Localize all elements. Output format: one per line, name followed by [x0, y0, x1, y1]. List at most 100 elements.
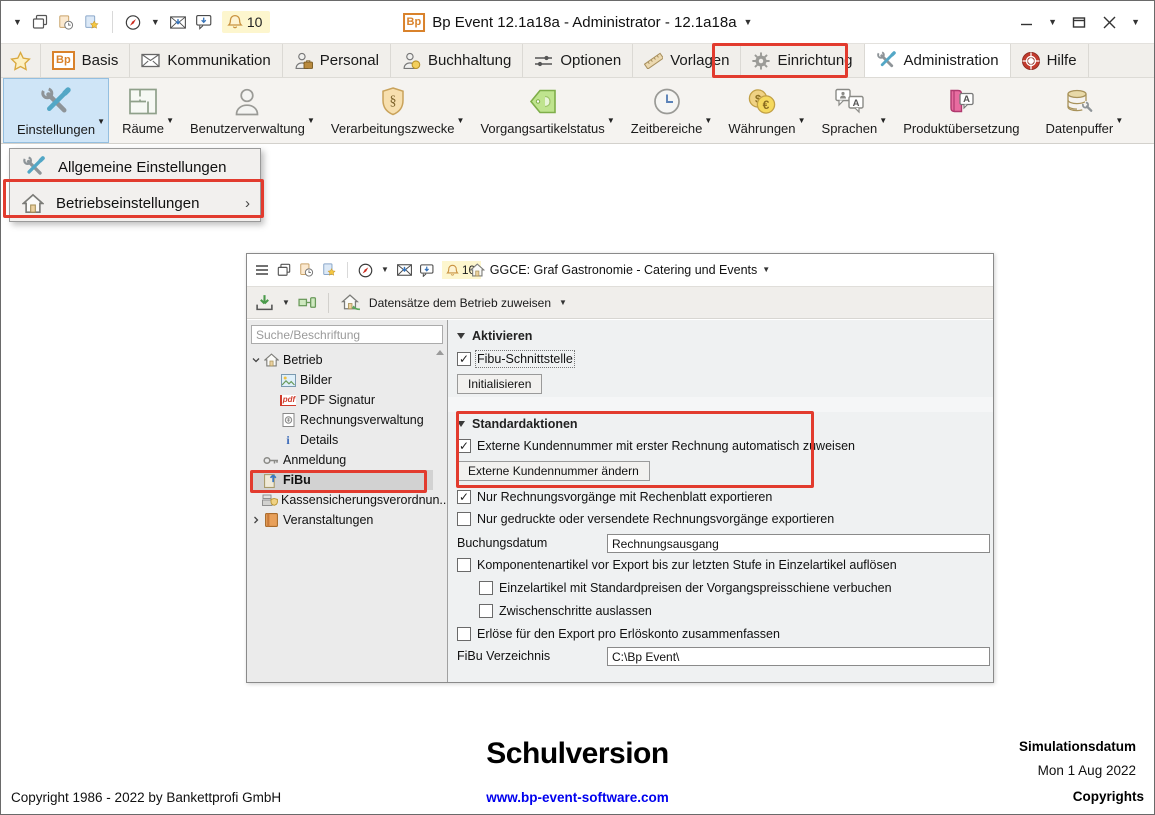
tree-item-bilder[interactable]: Bilder [247, 370, 447, 390]
recent-documents-icon[interactable] [58, 14, 74, 30]
nur-rechnungsvorgaenge-checkbox[interactable] [457, 490, 471, 504]
tree-item-kassensicherungsverordnung[interactable]: Kassensicherungsverordnun... [247, 490, 447, 510]
tree-item-anmeldung[interactable]: Anmeldung [247, 450, 447, 470]
dropdown-arrow-icon[interactable]: ▼ [166, 116, 174, 125]
ribbon-item-benutzerverwaltung[interactable]: ▼ Benutzerverwaltung [177, 78, 318, 143]
fibu-schnittstelle-checkbox[interactable] [457, 352, 471, 366]
tab-kommunikation[interactable]: Kommunikation [130, 44, 282, 77]
navigation-chevron-icon[interactable]: ▼ [381, 266, 389, 274]
ribbon-item-raeume[interactable]: ▼ Räume [109, 78, 177, 143]
inner-window-title-group[interactable]: GGCE: Graf Gastronomie - Catering und Ev… [470, 263, 770, 277]
favorites-tab[interactable] [1, 44, 41, 77]
search-input[interactable] [251, 325, 443, 344]
checkbox-row-komponentenartikel[interactable]: Komponentenartikel vor Export bis zur le… [457, 558, 897, 572]
tree-item-veranstaltungen[interactable]: Veranstaltungen [247, 510, 447, 530]
windows-copy-icon[interactable] [32, 14, 48, 30]
fibu-verzeichnis-field[interactable] [607, 647, 990, 666]
website-link[interactable]: www.bp-event-software.com [486, 790, 669, 805]
ribbon-item-waehrungen[interactable]: $€ ▼ Währungen [715, 78, 808, 143]
checkbox-row-einzelartikel[interactable]: Einzelartikel mit Standardpreisen der Vo… [479, 581, 892, 595]
tab-hilfe[interactable]: Hilfe [1011, 44, 1089, 77]
dropdown-arrow-icon[interactable]: ▼ [97, 117, 105, 126]
window-menu-chevron-icon[interactable]: ▼ [13, 18, 22, 27]
checkbox-row-zwischenschritte[interactable]: Zwischenschritte auslassen [479, 604, 652, 618]
ribbon-item-vorgangsartikelstatus[interactable]: ▼ Vorgangsartikelstatus [467, 78, 617, 143]
section-collapse-icon[interactable] [457, 333, 465, 339]
nur-gedruckte-checkbox[interactable] [457, 512, 471, 526]
window-title-group[interactable]: Bp Bp Event 12.1a18a - Administrator - 1… [403, 1, 753, 43]
checkbox-row-externe-kundennummer[interactable]: Externe Kundennummer mit erster Rechnung… [457, 439, 855, 453]
section-aktivieren[interactable]: Aktivieren [457, 329, 532, 343]
favorite-document-icon[interactable] [84, 14, 100, 30]
dropdown-arrow-icon[interactable]: ▼ [704, 116, 712, 125]
save-icon[interactable] [255, 294, 274, 311]
collapse-chevron-icon[interactable] [250, 355, 262, 365]
close-button[interactable] [1101, 14, 1117, 30]
checkbox-row-nur-rechnungsvorgaenge[interactable]: Nur Rechnungsvorgänge mit Rechenblatt ex… [457, 490, 772, 504]
ribbon-item-sprachen[interactable]: A ▼ Sprachen [809, 78, 891, 143]
tree-item-betrieb[interactable]: Betrieb [247, 350, 447, 370]
ribbon-item-verarbeitungszwecke[interactable]: § ▼ Verarbeitungszwecke [318, 78, 468, 143]
section-collapse-icon[interactable] [457, 421, 465, 427]
navigation-chevron-icon[interactable]: ▼ [151, 18, 160, 27]
erloese-checkbox[interactable] [457, 627, 471, 641]
save-chevron-icon[interactable]: ▼ [282, 299, 290, 307]
message-inbox-icon[interactable] [196, 14, 212, 30]
dropdown-arrow-icon[interactable]: ▼ [307, 116, 315, 125]
favorite-document-icon[interactable] [322, 263, 337, 277]
tab-administration[interactable]: Administration [865, 44, 1011, 77]
checkbox-row-nur-gedruckte[interactable]: Nur gedruckte oder versendete Rechnungsv… [457, 512, 834, 526]
house-assign-icon[interactable] [340, 294, 361, 311]
tab-buchhaltung[interactable]: Buchhaltung [391, 44, 523, 77]
menu-item-allgemeine-einstellungen[interactable]: Allgemeine Einstellungen [10, 149, 260, 185]
windows-copy-icon[interactable] [277, 263, 291, 277]
initialisieren-button[interactable]: Initialisieren [457, 374, 542, 394]
einzelartikel-checkbox[interactable] [479, 581, 493, 595]
menu-item-betriebseinstellungen[interactable]: Betriebseinstellungen › [10, 185, 260, 221]
tab-einrichtung[interactable]: Einrichtung [741, 44, 864, 77]
minimize-chevron-icon[interactable]: ▼ [1048, 18, 1057, 27]
message-inbox-icon[interactable] [420, 264, 434, 277]
navigation-compass-icon[interactable] [358, 263, 373, 278]
dropdown-arrow-icon[interactable]: ▼ [798, 116, 806, 125]
dropdown-arrow-icon[interactable]: ▼ [607, 116, 615, 125]
assign-records-button[interactable]: Datensätze dem Betrieb zuweisen [369, 296, 551, 310]
dropdown-arrow-icon[interactable]: ▼ [457, 116, 465, 125]
ribbon-item-zeitbereiche[interactable]: ▼ Zeitbereiche [618, 78, 716, 143]
tab-basis[interactable]: Bp Basis [41, 44, 130, 77]
checkbox-row-fibu-schnittstelle[interactable]: Fibu-Schnittstelle [457, 352, 573, 366]
connect-icon[interactable] [298, 296, 317, 309]
tree-item-fibu[interactable]: FiBu [253, 470, 433, 490]
tab-personal[interactable]: Personal [283, 44, 391, 77]
close-chevron-icon[interactable]: ▼ [1131, 18, 1140, 27]
dropdown-arrow-icon[interactable]: ▼ [879, 116, 887, 125]
zwischenschritte-checkbox[interactable] [479, 604, 493, 618]
recent-documents-icon[interactable] [299, 263, 314, 277]
expand-chevron-icon[interactable] [250, 515, 262, 525]
tree-item-rechnungsverwaltung[interactable]: Rechnungsverwaltung [247, 410, 447, 430]
ribbon-item-einstellungen[interactable]: ▼ Einstellungen [3, 78, 109, 143]
notifications-badge[interactable]: 10 [222, 11, 271, 33]
tree-item-details[interactable]: i Details [247, 430, 447, 450]
navigation-compass-icon[interactable] [125, 14, 141, 30]
buchungsdatum-field[interactable] [607, 534, 990, 553]
tab-vorlagen[interactable]: Vorlagen [633, 44, 741, 77]
hamburger-menu-icon[interactable] [255, 264, 269, 276]
mail-inbox-icon[interactable] [170, 14, 186, 30]
ribbon-item-datenpuffer[interactable]: ▼ Datenpuffer [1033, 78, 1127, 143]
title-chevron-icon[interactable]: ▼ [762, 266, 770, 274]
assign-chevron-icon[interactable]: ▼ [559, 299, 567, 307]
tree-item-pdf-signatur[interactable]: pdf PDF Signatur [247, 390, 447, 410]
tab-optionen[interactable]: Optionen [523, 44, 633, 77]
title-chevron-icon[interactable]: ▼ [744, 18, 753, 27]
ribbon-item-produktuebersetzung[interactable]: A Produktübersetzung [890, 78, 1032, 143]
komponentenartikel-checkbox[interactable] [457, 558, 471, 572]
externe-kundennummer-aendern-button[interactable]: Externe Kundennummer ändern [457, 461, 650, 481]
dropdown-arrow-icon[interactable]: ▼ [1115, 116, 1123, 125]
maximize-button[interactable] [1071, 14, 1087, 30]
section-standardaktionen[interactable]: Standardaktionen [457, 417, 578, 431]
minimize-button[interactable] [1018, 14, 1034, 30]
checkbox-row-erloese[interactable]: Erlöse für den Export pro Erlöskonto zus… [457, 627, 780, 641]
externe-kundennummer-checkbox[interactable] [457, 439, 471, 453]
mail-inbox-icon[interactable] [397, 264, 412, 276]
